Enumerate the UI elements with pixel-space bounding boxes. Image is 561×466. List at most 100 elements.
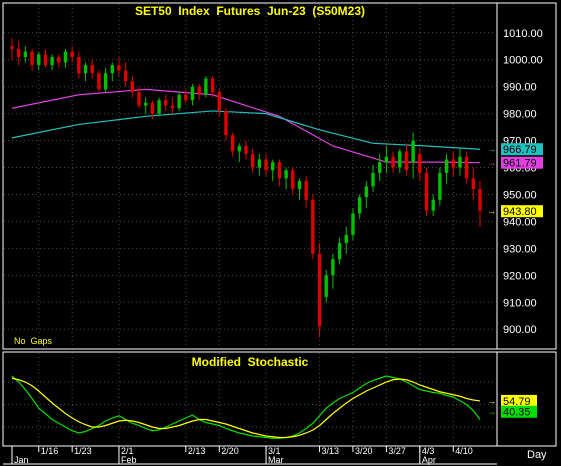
candle-down	[97, 70, 101, 93]
candle-body	[117, 65, 121, 71]
candle-body	[391, 156, 395, 168]
date-tick-label: 3/27	[388, 446, 406, 456]
candle-body	[57, 57, 61, 63]
candle-body	[304, 181, 308, 200]
month-label: Apr	[422, 455, 436, 465]
candle-body	[411, 140, 415, 163]
price-tick-label: 1010.00	[503, 28, 543, 40]
chart-canvas: 1010.001000.00990.00980.00970.00960.0095…	[0, 0, 561, 466]
month-label: Jan	[14, 455, 29, 465]
value-badge-text: 961.79	[503, 158, 537, 170]
badge-arrow: →	[487, 396, 496, 406]
candle-body	[277, 162, 282, 179]
candle-body	[63, 51, 68, 63]
candle-body	[70, 51, 74, 58]
candle-body	[204, 78, 208, 95]
badge-arrow: →	[487, 206, 496, 216]
candle-body	[137, 92, 141, 106]
candle-body	[184, 94, 188, 101]
candle-body	[264, 159, 268, 171]
candle-body	[284, 170, 288, 179]
candle-body	[217, 92, 221, 111]
candle-body	[237, 145, 242, 152]
candle-up	[177, 92, 181, 111]
date-tick-label: 2/13	[188, 446, 206, 456]
candle-up	[438, 167, 442, 206]
candle-body	[404, 151, 409, 171]
candle-body	[43, 54, 48, 66]
badge-arrow: →	[487, 407, 496, 417]
candle-body	[311, 199, 315, 254]
candle-down	[317, 242, 322, 338]
candle-body	[317, 253, 322, 327]
candle-up	[204, 75, 208, 98]
price-tick-label: 900.00	[503, 324, 537, 336]
candle-body	[424, 172, 429, 211]
date-tick-label: 2/20	[221, 446, 239, 456]
candle-body	[471, 178, 476, 190]
candle-body	[271, 162, 275, 171]
candle-body	[37, 54, 41, 66]
candle-body	[351, 213, 355, 235]
candle-body	[224, 110, 228, 136]
candle-body	[444, 159, 449, 173]
candle-body	[451, 159, 455, 168]
price-tick-label: 980.00	[503, 109, 537, 121]
price-tick-label: 950.00	[503, 189, 537, 201]
candle-down	[424, 167, 429, 217]
price-tick-label: 910.00	[503, 297, 537, 309]
date-tick-label: 1/23	[74, 446, 92, 456]
stochastic-value-badges: → 54.79→ 40.35	[487, 394, 537, 419]
candle-body	[90, 65, 94, 74]
price-chart-title: SET50 Index Futures Jun-23 (S50M23)	[135, 4, 365, 18]
candle-body	[190, 86, 195, 101]
candle-body	[337, 242, 342, 260]
date-tick-label: 3/20	[355, 446, 373, 456]
candle-body	[478, 189, 482, 211]
candle-body	[150, 102, 155, 114]
candle-body	[371, 172, 375, 187]
candle-body	[344, 234, 348, 243]
candle-body	[464, 156, 469, 179]
period-label: Day	[527, 449, 547, 461]
month-label: Feb	[121, 455, 137, 465]
price-tick-label: 1000.00	[503, 55, 543, 67]
candle-body	[438, 172, 442, 200]
candle-body	[157, 100, 161, 114]
candle-body	[250, 154, 255, 168]
candle-body	[331, 259, 335, 276]
date-tick-label: 1/16	[41, 446, 59, 456]
candle-body	[458, 156, 462, 168]
value-badge-text: 943.80	[503, 206, 537, 218]
badge-arrow: →	[487, 144, 496, 154]
candle-body	[244, 145, 248, 155]
candle-body	[384, 156, 389, 163]
candle-body	[210, 78, 215, 93]
date-tick-label: 4/10	[455, 446, 473, 456]
candle-body	[83, 65, 88, 74]
candle-body	[164, 100, 168, 106]
no-gaps-note: No Gaps	[14, 336, 53, 346]
candle-body	[431, 199, 435, 211]
stochastic-title: Modified Stochastic	[192, 355, 309, 369]
price-tick-label: 990.00	[503, 82, 537, 94]
candle-body	[23, 51, 28, 58]
value-badge-text: 966.79	[503, 144, 537, 156]
candle-body	[16, 48, 21, 58]
candle-down	[311, 194, 315, 260]
candle-body	[110, 65, 114, 74]
candle-body	[77, 57, 81, 74]
candle-body	[364, 186, 369, 198]
candle-body	[123, 70, 128, 82]
candle-body	[103, 73, 108, 90]
candle-body	[30, 51, 34, 66]
date-tick-label: 3/13	[322, 446, 340, 456]
price-tick-label: 940.00	[503, 216, 537, 228]
candle-body	[418, 154, 422, 173]
candle-body	[144, 102, 148, 106]
candle-body	[170, 105, 175, 109]
candle-body	[130, 81, 135, 93]
value-badge-text: 40.35	[503, 407, 531, 419]
candle-body	[257, 159, 262, 168]
candle-body	[50, 57, 54, 66]
